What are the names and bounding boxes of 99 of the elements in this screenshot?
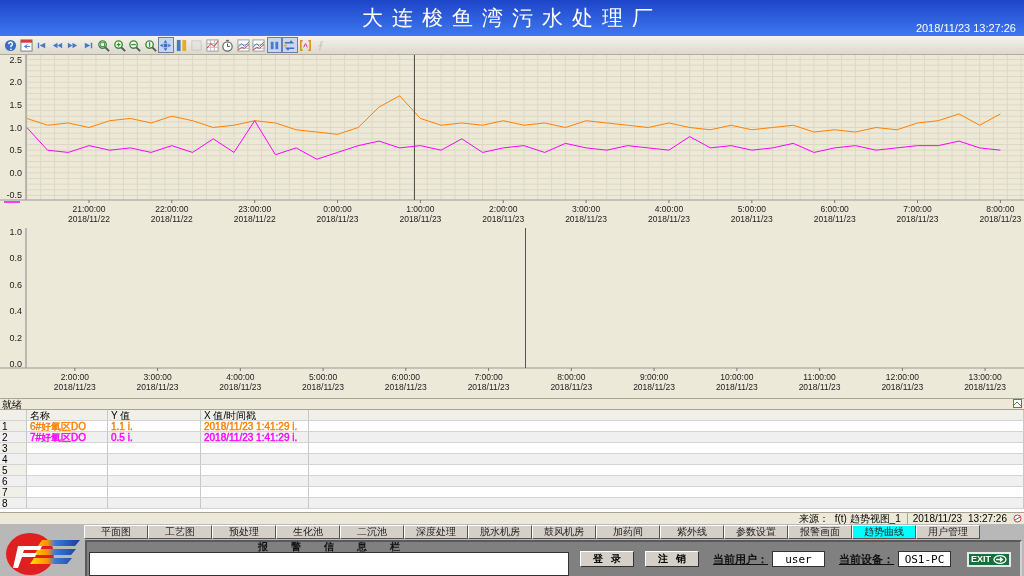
nav-tab[interactable]: 脱水机房 [468, 525, 532, 539]
axis-label: 8:00:00 2018/11/23 [550, 372, 593, 392]
nav-tab[interactable]: 参数设置 [724, 525, 788, 539]
pause-icon[interactable] [266, 37, 282, 53]
nav-tab[interactable]: 报警画面 [788, 525, 852, 539]
status-time: 13:27:26 [968, 513, 1007, 524]
row-number: 5 [0, 465, 27, 476]
corner-cell [0, 410, 27, 421]
nav-tab[interactable]: 平面图 [84, 525, 148, 539]
axis-label: 11:00:00 2018/11/23 [798, 372, 841, 392]
nav-tab[interactable]: 预处理 [212, 525, 276, 539]
window-title: 大连梭鱼湾污水处理厂 [362, 5, 662, 32]
axis-label: -0.5 [6, 190, 22, 201]
axis-label: 0.4 [9, 306, 22, 317]
axis-label: 7:00:00 2018/11/23 [896, 204, 939, 224]
action-button[interactable]: 登 录 [580, 551, 634, 567]
axis-label: 8:00:00 2018/11/23 [979, 204, 1022, 224]
window-icon[interactable] [1013, 399, 1022, 408]
axis-label: 10:00:00 2018/11/23 [715, 372, 758, 392]
axis-label: 2:00:00 2018/11/23 [482, 204, 525, 224]
nav-tab[interactable]: 深度处理 [404, 525, 468, 539]
user-label: 当前用户： [713, 551, 768, 567]
axis-label: 0.5 [9, 145, 22, 156]
axis-label: 23:00:00 2018/11/22 [233, 204, 276, 224]
table-cell: 0.5 i. [108, 432, 201, 443]
action-button[interactable]: 注 销 [645, 551, 699, 567]
zoom-fit-icon[interactable] [96, 37, 112, 53]
axis-label: 7:00:00 2018/11/23 [467, 372, 510, 392]
nav-tab[interactable]: 加药间 [596, 525, 660, 539]
help-icon[interactable] [3, 37, 19, 53]
nav-tab[interactable]: 工艺图 [148, 525, 212, 539]
axis-label: 4:00:00 2018/11/23 [219, 372, 262, 392]
zoom-in-icon[interactable] [111, 37, 127, 53]
axis-label: 9:00:00 2018/11/23 [633, 372, 676, 392]
column-header[interactable]: Y 值 [108, 410, 201, 421]
axis-label: 0.8 [9, 253, 22, 264]
axis-label: 0.0 [9, 167, 22, 178]
axis-label: 1.0 [9, 228, 22, 237]
axis-label: 21:00:00 2018/11/22 [68, 204, 110, 224]
device-label: 当前设备： [839, 551, 894, 567]
axis-label: 6:00:00 2018/11/23 [384, 372, 427, 392]
cursor-line[interactable] [414, 55, 416, 200]
axis-label: 0.6 [9, 279, 22, 290]
exit-arrow-icon [993, 554, 1007, 564]
axis-label: 5:00:00 2018/11/23 [730, 204, 773, 224]
row-number: 4 [0, 454, 27, 465]
date-time: 2018/11/23 13:27:26 [915, 22, 1016, 34]
table-cell: 2018/11/23 1:41:29 i. [201, 432, 309, 443]
row-number: 8 [0, 498, 27, 509]
axis-label: 4:00:00 2018/11/23 [648, 204, 690, 224]
column-header[interactable]: 名称 [27, 410, 108, 421]
zoom-vertical-icon[interactable] [142, 37, 158, 53]
source-label: 来源： [798, 513, 829, 524]
row-number: 1 [0, 421, 27, 432]
axis-label: 1.0 [9, 122, 22, 133]
axis-label: 12:00:00 2018/11/23 [881, 372, 924, 392]
nav-tab[interactable]: 二沉池 [340, 525, 404, 539]
axis-label: 2.0 [9, 77, 22, 88]
axis-label: 1.5 [9, 99, 22, 110]
calendar-icon[interactable] [18, 37, 34, 53]
axis-label: 13:00:00 2018/11/23 [964, 372, 1007, 392]
axis-label: 0.2 [9, 332, 22, 343]
axis-label: 0:00:00 2018/11/23 [316, 204, 359, 224]
alarm-field[interactable] [89, 552, 569, 576]
timer-icon[interactable] [220, 37, 236, 53]
column-header[interactable]: X 值/时间戳 [201, 410, 309, 421]
nav-tab[interactable]: 鼓风机房 [532, 525, 596, 539]
axis-label: 6:00:00 2018/11/23 [813, 204, 856, 224]
line-chart-icon[interactable] [235, 37, 251, 53]
status-text: 就绪 [2, 399, 22, 409]
alarm-title: 报 警 信 息 栏 [257, 542, 401, 552]
nav-tab[interactable]: 生化池 [276, 525, 340, 539]
axis-label: 22:00:00 2018/11/22 [150, 204, 193, 224]
source-text: f(t) 趋势视图_1 [834, 513, 901, 524]
device-field[interactable]: OS1-PC [898, 551, 951, 567]
row-number: 2 [0, 432, 27, 443]
row-number: 3 [0, 443, 27, 454]
cursor-line[interactable] [524, 228, 526, 368]
nav-tab[interactable]: 趋势曲线 [852, 525, 916, 539]
nav-tab[interactable]: 用户管理 [916, 525, 980, 539]
axis-label: 3:00:00 2018/11/23 [136, 372, 179, 392]
exit-button[interactable]: EXIT [967, 551, 1011, 567]
legend-line-icon [3, 201, 21, 203]
row-number: 7 [0, 487, 27, 498]
axis-label: 3:00:00 2018/11/23 [565, 204, 608, 224]
zoom-horizontal-icon[interactable] [127, 37, 143, 53]
grid-chart-icon[interactable] [204, 37, 220, 53]
table-cell: 7#好氧区DO [27, 432, 108, 443]
axis-label: 5:00:00 2018/11/23 [302, 372, 345, 392]
axis-label: 2:00:00 2018/11/23 [53, 372, 96, 392]
pan-icon[interactable] [158, 37, 174, 53]
bracket-icon[interactable] [297, 37, 313, 53]
axis-label: 1:00:00 2018/11/23 [399, 204, 442, 224]
swap-icon[interactable] [282, 37, 298, 53]
line-chart-icon[interactable] [251, 37, 267, 53]
axis-label: 0.0 [9, 359, 22, 370]
nav-tab[interactable]: 紫外线 [660, 525, 724, 539]
axis-label: 2.5 [9, 55, 22, 65]
user-field[interactable]: user [772, 551, 825, 567]
